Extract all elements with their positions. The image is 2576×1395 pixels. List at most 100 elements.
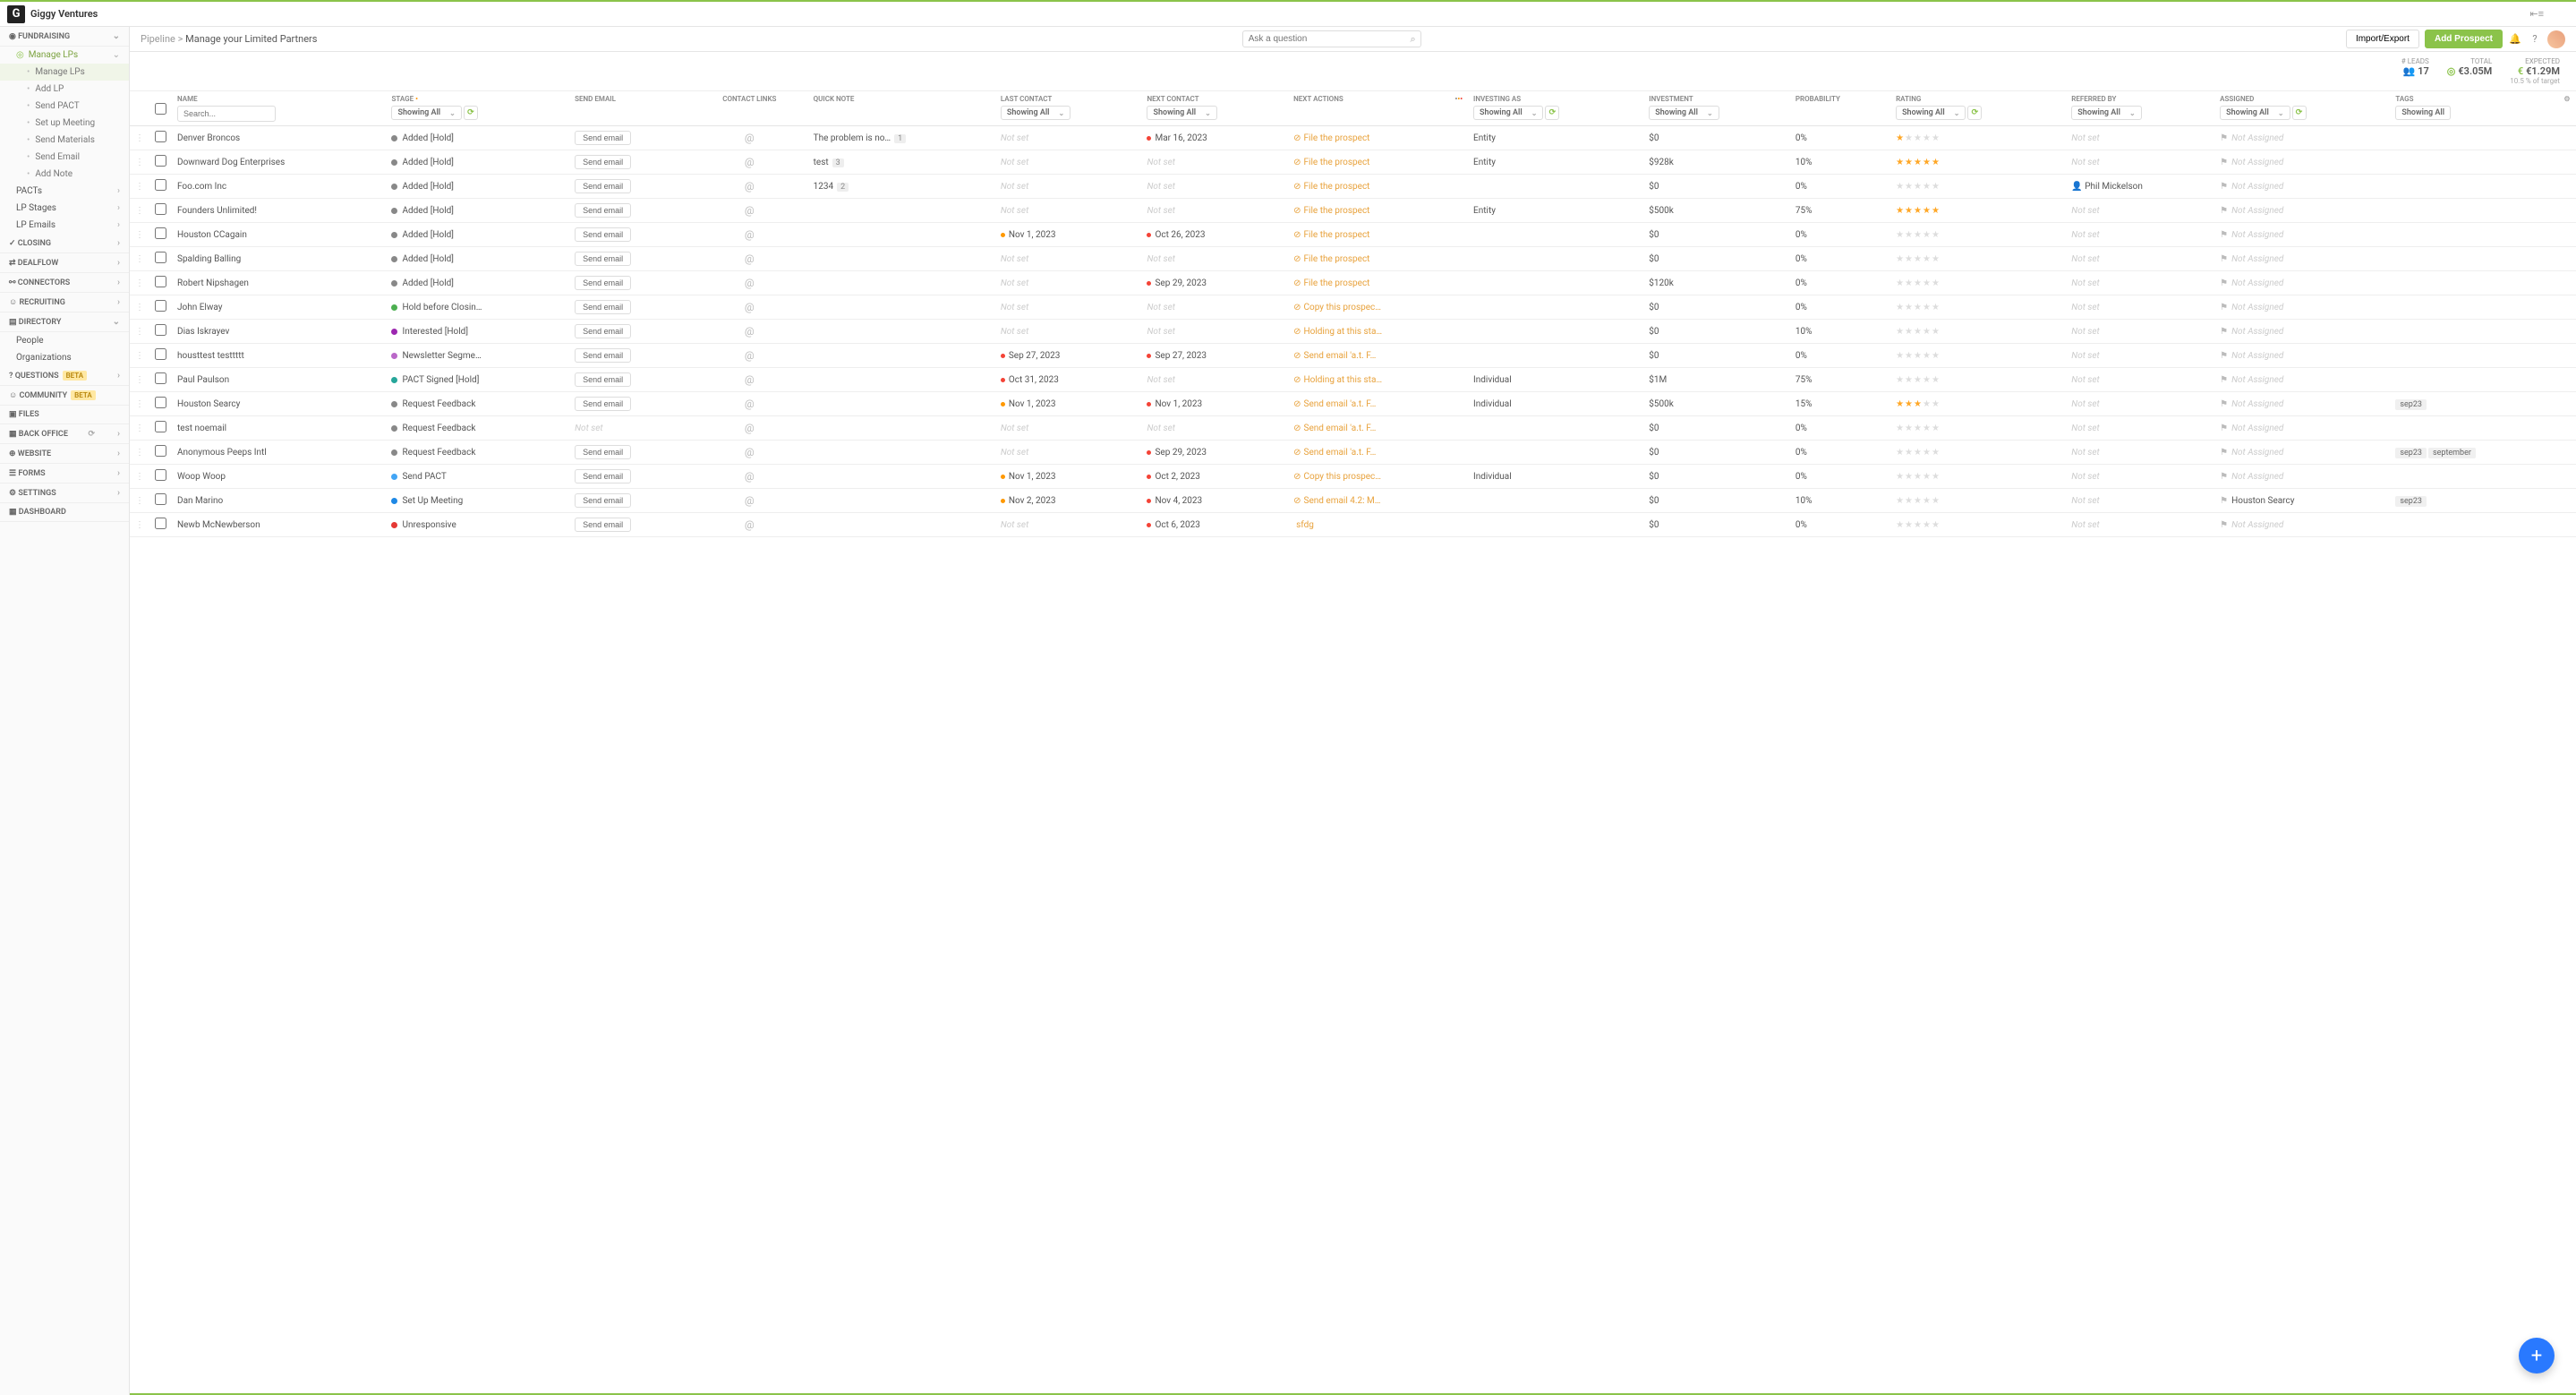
sidebar-section-files[interactable]: ▣ FILES — [0, 406, 129, 424]
cell-next-action[interactable]: ⊘File the prospect — [1288, 223, 1468, 247]
cell-contact-links[interactable]: @ — [691, 344, 808, 368]
cell-referred-by[interactable]: Not set — [2066, 513, 2214, 537]
table-row[interactable]: ⋮ Dan Marino Set Up Meeting Send email @… — [130, 489, 2576, 513]
cell-next-action[interactable]: ⊘File the prospect — [1288, 126, 1468, 150]
row-drag-handle[interactable]: ⋮ — [130, 368, 149, 392]
row-checkbox[interactable] — [155, 252, 166, 263]
cell-investing-as[interactable] — [1468, 513, 1643, 537]
sidebar-section-directory[interactable]: ▤ DIRECTORY⌄ — [0, 312, 129, 332]
cell-tags[interactable] — [2390, 465, 2558, 489]
cell-probability[interactable]: 0% — [1790, 247, 1890, 271]
cell-tags[interactable] — [2390, 271, 2558, 295]
cell-probability[interactable]: 0% — [1790, 465, 1890, 489]
rating-filter[interactable]: Showing All⌄ — [1896, 106, 1966, 120]
cell-rating[interactable]: ★★★★★ — [1890, 247, 2066, 271]
note-text[interactable]: 1234 — [814, 182, 833, 192]
row-checkbox[interactable] — [155, 155, 166, 167]
row-drag-handle[interactable]: ⋮ — [130, 150, 149, 175]
refresh-icon[interactable]: ⟳ — [464, 106, 478, 120]
cell-next-action[interactable]: ⊘Copy this prospec… — [1288, 465, 1468, 489]
cell-referred-by[interactable]: Not set — [2066, 199, 2214, 223]
row-drag-handle[interactable]: ⋮ — [130, 295, 149, 320]
cell-stage[interactable]: Added [Hold] — [386, 150, 569, 175]
cell-next-action[interactable]: ⊘Send email 'a.t. F… — [1288, 416, 1468, 441]
send-email-button[interactable]: Send email — [575, 348, 631, 363]
row-checkbox[interactable] — [155, 348, 166, 360]
cell-investing-as[interactable] — [1468, 247, 1643, 271]
add-prospect-button[interactable]: Add Prospect — [2425, 30, 2503, 48]
cell-next-contact[interactable]: Not set — [1141, 320, 1288, 344]
search-input[interactable] — [1242, 30, 1421, 47]
cell-last-contact[interactable]: Not set — [995, 126, 1142, 150]
cell-contact-links[interactable]: @ — [691, 465, 808, 489]
cell-last-contact[interactable]: Oct 31, 2023 — [995, 368, 1142, 392]
table-row[interactable]: ⋮ Houston Searcy Request Feedback Send e… — [130, 392, 2576, 416]
at-icon[interactable]: @ — [745, 325, 755, 338]
row-checkbox[interactable] — [155, 276, 166, 287]
cell-tags[interactable] — [2390, 223, 2558, 247]
cell-rating[interactable]: ★★★★★ — [1890, 368, 2066, 392]
cell-investing-as[interactable] — [1468, 320, 1643, 344]
cell-stage[interactable]: Added [Hold] — [386, 126, 569, 150]
sidebar-section-fundraising[interactable]: ◉ FUNDRAISING⌄ — [0, 27, 129, 47]
sidebar-section-forms[interactable]: ☰ FORMS› — [0, 464, 129, 484]
cell-quick-note[interactable]: test3 — [808, 150, 995, 175]
cell-name[interactable]: Foo.com Inc — [172, 175, 386, 199]
row-drag-handle[interactable]: ⋮ — [130, 126, 149, 150]
cell-referred-by[interactable]: Not set — [2066, 247, 2214, 271]
table-row[interactable]: ⋮ Spalding Balling Added [Hold] Send ema… — [130, 247, 2576, 271]
cell-rating[interactable]: ★★★★★ — [1890, 295, 2066, 320]
row-drag-handle[interactable]: ⋮ — [130, 392, 149, 416]
cell-name[interactable]: Houston CCagain — [172, 223, 386, 247]
cell-next-action[interactable]: sfdg — [1288, 513, 1468, 537]
cell-stage[interactable]: PACT Signed [Hold] — [386, 368, 569, 392]
send-email-button[interactable]: Send email — [575, 179, 631, 193]
cell-last-contact[interactable]: Nov 1, 2023 — [995, 392, 1142, 416]
cell-next-contact[interactable]: Oct 26, 2023 — [1141, 223, 1288, 247]
row-drag-handle[interactable]: ⋮ — [130, 271, 149, 295]
cell-rating[interactable]: ★★★★★ — [1890, 199, 2066, 223]
row-drag-handle[interactable]: ⋮ — [130, 416, 149, 441]
cell-next-action[interactable]: ⊘Send email 4.2: M… — [1288, 489, 1468, 513]
col-settings[interactable]: ⚙ — [2558, 91, 2576, 126]
table-row[interactable]: ⋮ Downward Dog Enterprises Added [Hold] … — [130, 150, 2576, 175]
cell-contact-links[interactable]: @ — [691, 392, 808, 416]
cell-investment[interactable]: $0 — [1643, 175, 1790, 199]
cell-investment[interactable]: $0 — [1643, 247, 1790, 271]
sidebar-item-lp-emails[interactable]: LP Emails› — [0, 217, 129, 234]
breadcrumb-root[interactable]: Pipeline — [141, 33, 175, 45]
cell-probability[interactable]: 0% — [1790, 271, 1890, 295]
help-icon[interactable]: ? — [2528, 32, 2542, 47]
sidebar-section-recruiting[interactable]: ☺ RECRUITING› — [0, 293, 129, 312]
cell-rating[interactable]: ★★★★★ — [1890, 320, 2066, 344]
table-row[interactable]: ⋮ Dias Iskrayev Interested [Hold] Send e… — [130, 320, 2576, 344]
cell-next-contact[interactable]: Oct 2, 2023 — [1141, 465, 1288, 489]
cell-quick-note[interactable] — [808, 223, 995, 247]
name-search-input[interactable] — [177, 106, 276, 122]
at-icon[interactable]: @ — [745, 204, 755, 217]
fab-add-button[interactable]: + — [2519, 1338, 2555, 1374]
cell-tags[interactable] — [2390, 247, 2558, 271]
cell-quick-note[interactable] — [808, 513, 995, 537]
cell-stage[interactable]: Set Up Meeting — [386, 489, 569, 513]
cell-last-contact[interactable]: Not set — [995, 416, 1142, 441]
cell-tags[interactable] — [2390, 416, 2558, 441]
cell-last-contact[interactable]: Not set — [995, 150, 1142, 175]
cell-contact-links[interactable]: @ — [691, 416, 808, 441]
cell-assigned[interactable]: ⚑Not Assigned — [2214, 126, 2390, 150]
cell-assigned[interactable]: ⚑Not Assigned — [2214, 416, 2390, 441]
send-email-button[interactable]: Send email — [575, 300, 631, 314]
row-drag-handle[interactable]: ⋮ — [130, 465, 149, 489]
row-checkbox[interactable] — [155, 397, 166, 408]
sidebar-section-community[interactable]: ☺ COMMUNITYBETA — [0, 386, 129, 406]
cell-investment[interactable]: $0 — [1643, 465, 1790, 489]
cell-probability[interactable]: 0% — [1790, 344, 1890, 368]
cell-tags[interactable] — [2390, 513, 2558, 537]
cell-probability[interactable]: 0% — [1790, 416, 1890, 441]
cell-quick-note[interactable] — [808, 441, 995, 465]
cell-investment[interactable]: $0 — [1643, 513, 1790, 537]
cell-next-contact[interactable]: Not set — [1141, 175, 1288, 199]
cell-referred-by[interactable]: Not set — [2066, 223, 2214, 247]
cell-probability[interactable]: 75% — [1790, 368, 1890, 392]
cell-tags[interactable]: sep23september — [2390, 441, 2558, 465]
